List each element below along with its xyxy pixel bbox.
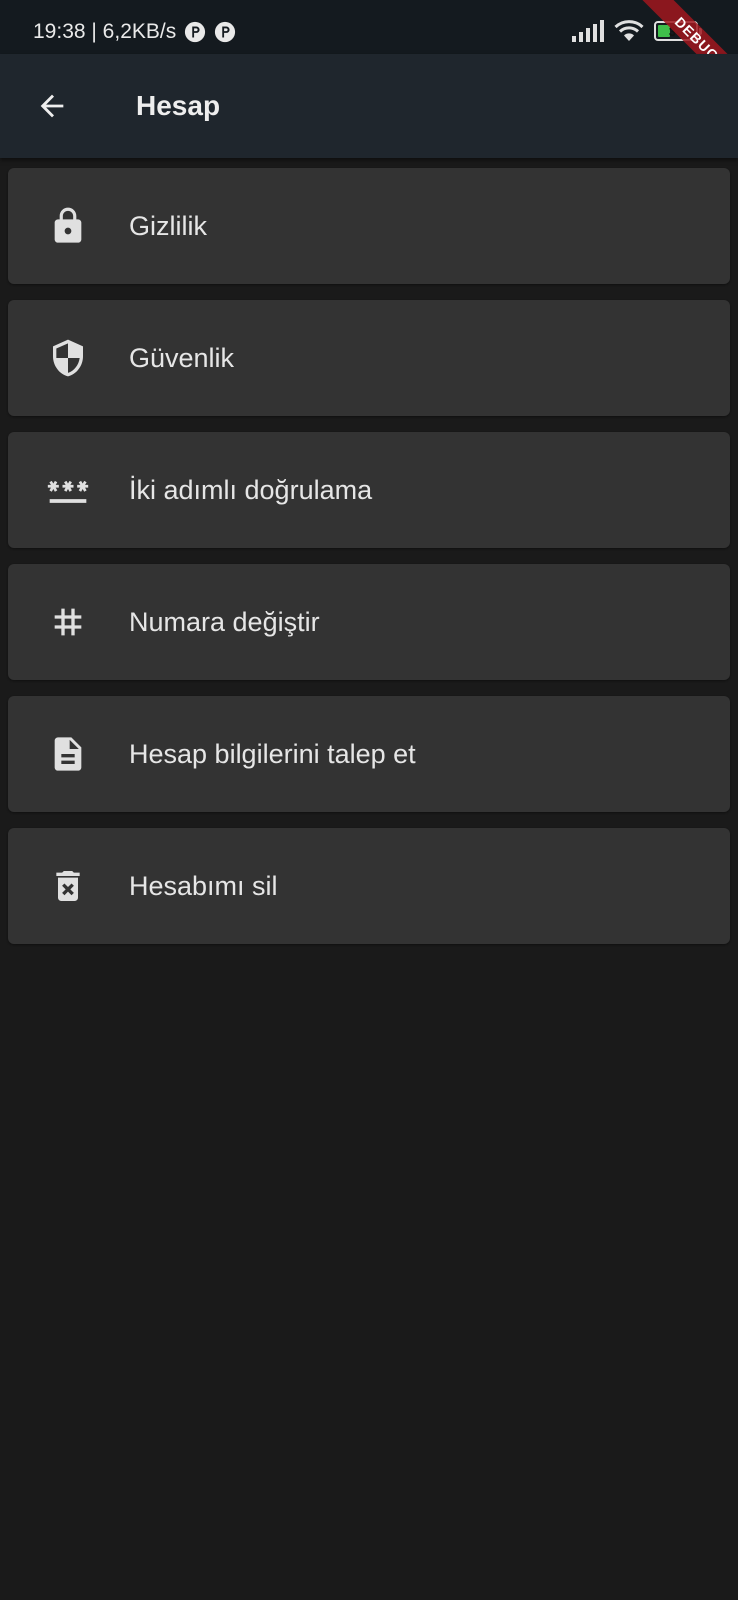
battery-icon: 34 (654, 21, 702, 41)
list-item-delete-account[interactable]: Hesabımı sil (8, 828, 730, 944)
list-item-label: Güvenlik (129, 342, 235, 373)
notification-app-icon (215, 21, 236, 43)
wifi-icon (614, 20, 644, 41)
lock-icon (46, 204, 90, 248)
list-item-label: Hesap bilgilerini talep et (129, 738, 416, 769)
signal-icon (572, 20, 604, 42)
battery-tip (699, 28, 702, 35)
list-item-guvenlik[interactable]: Güvenlik (8, 300, 730, 416)
list-item-label: Gizlilik (129, 210, 207, 241)
app-bar: Hesap (0, 54, 738, 158)
settings-list: Gizlilik Güvenlik İki adımlı doğrulama N… (8, 168, 730, 960)
hashtag-icon (46, 600, 90, 644)
delete-icon (46, 864, 90, 908)
notification-app-icon (185, 21, 206, 43)
status-right: 34 (572, 20, 702, 42)
list-item-label: Numara değiştir (129, 606, 320, 637)
arrow-back-icon (40, 94, 64, 118)
list-item-change-number[interactable]: Numara değiştir (8, 564, 730, 680)
password-icon (46, 468, 90, 512)
back-button[interactable] (24, 82, 80, 130)
status-bar: 19:38 | 6,2KB/s 34 (0, 0, 738, 54)
battery-level-text: 34 (668, 23, 684, 39)
list-item-request-account-info[interactable]: Hesap bilgilerini talep et (8, 696, 730, 812)
list-item-label: Hesabımı sil (129, 870, 278, 901)
status-left: 19:38 | 6,2KB/s (33, 20, 236, 44)
shield-icon (46, 336, 90, 380)
list-item-two-step-verification[interactable]: İki adımlı doğrulama (8, 432, 730, 548)
page-title: Hesap (136, 90, 221, 121)
document-icon (46, 732, 90, 776)
list-item-label: İki adımlı doğrulama (129, 474, 373, 505)
status-time-speed: 19:38 | 6,2KB/s (33, 20, 177, 43)
list-item-gizlilik[interactable]: Gizlilik (8, 168, 730, 284)
